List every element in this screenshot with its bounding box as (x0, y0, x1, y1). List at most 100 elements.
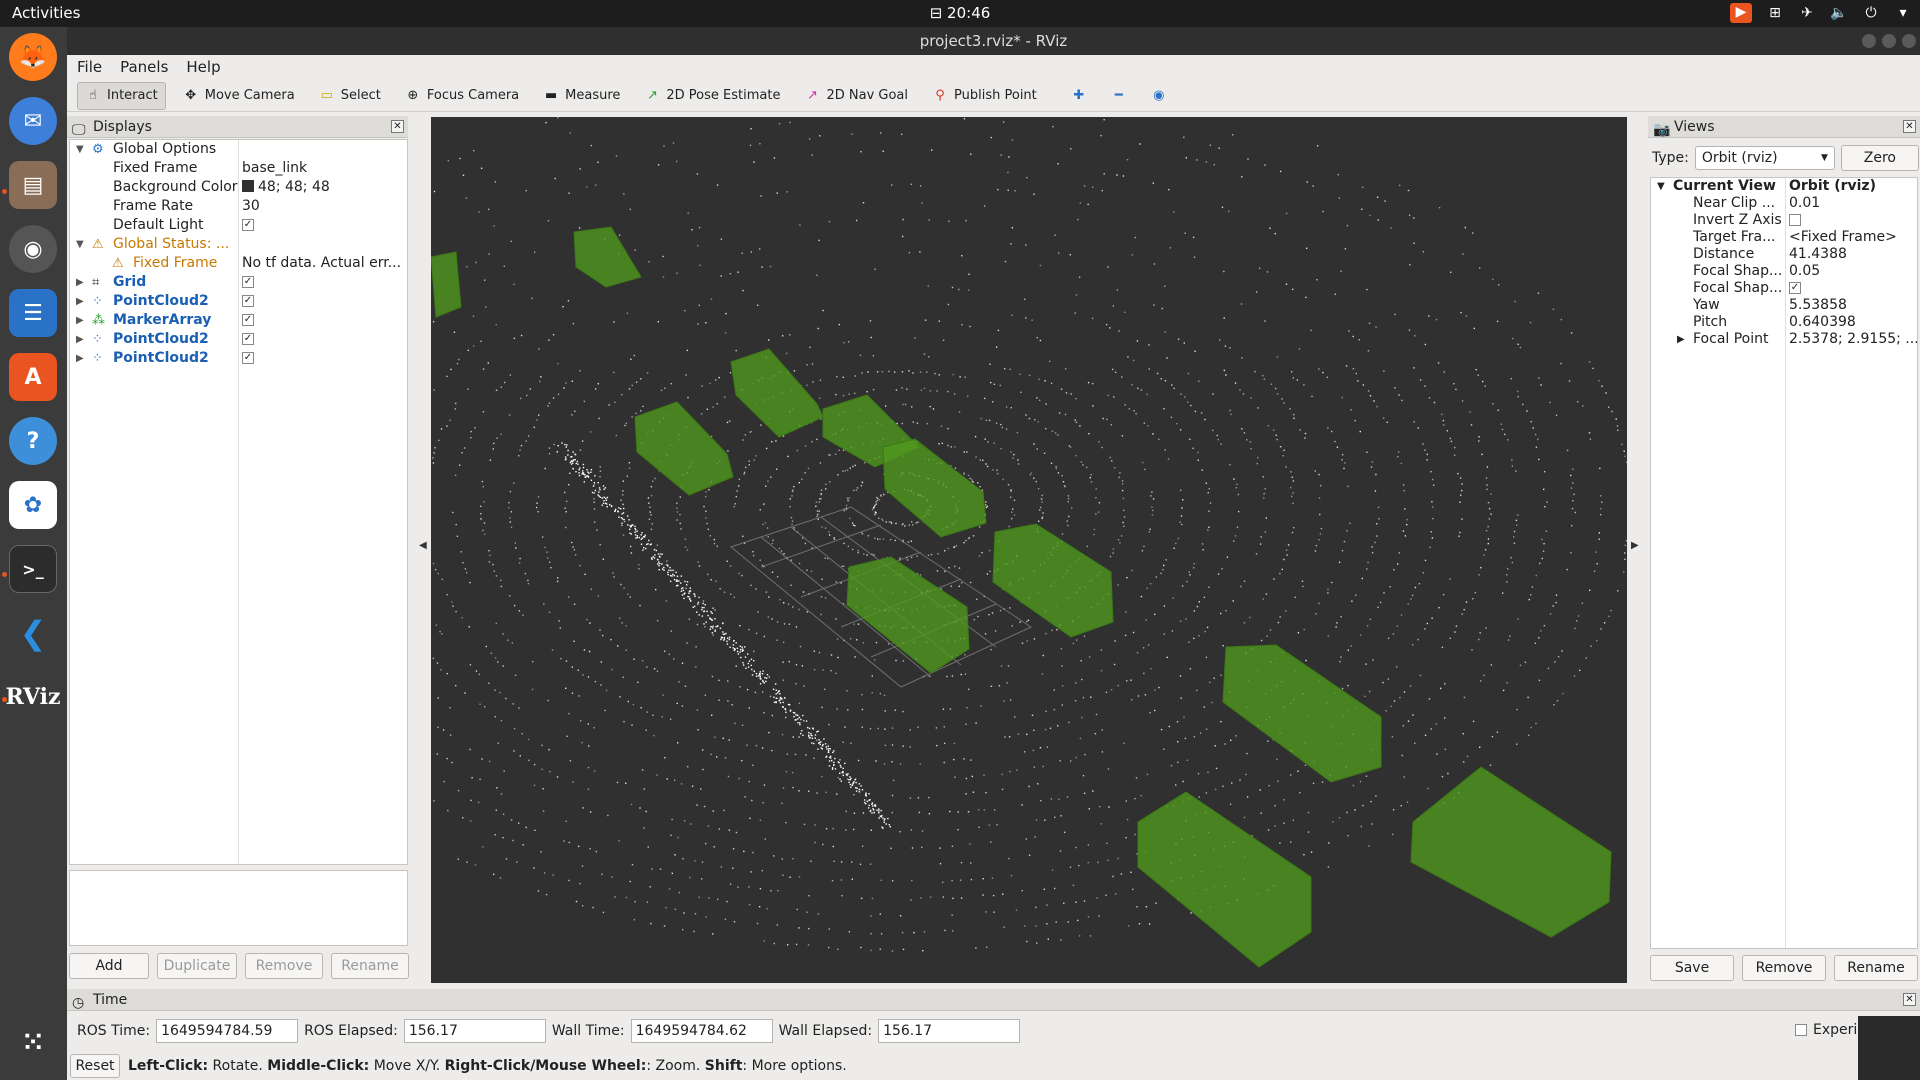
remove-button[interactable]: Remove (245, 953, 323, 979)
files-icon[interactable]: ▤ (9, 161, 57, 209)
minimize-button[interactable] (1862, 34, 1876, 48)
remove-view-button[interactable]: Remove (1742, 955, 1826, 981)
chevron-down-icon[interactable]: ▼ (1657, 178, 1665, 195)
chevron-right-icon[interactable]: ▶ (1677, 331, 1685, 348)
lidar-point (727, 700, 729, 702)
chevron-right-icon[interactable]: ▶ (76, 273, 84, 292)
duplicate-button[interactable]: Duplicate (157, 953, 237, 979)
wall-time-field[interactable]: 1649594784.62 (630, 1019, 773, 1043)
focus-camera-tool[interactable]: ⊕ Focus Camera (398, 82, 526, 110)
rviz-icon[interactable]: RViz (5, 673, 60, 721)
app-icon[interactable]: ✿ (9, 481, 57, 529)
tree-value[interactable]: ✓ (242, 311, 254, 330)
zero-button[interactable]: Zero (1840, 145, 1919, 171)
airplane-icon[interactable]: ✈ (1798, 4, 1816, 22)
close-icon[interactable]: ✕ (1903, 120, 1916, 133)
view-value[interactable]: 0.05 (1789, 263, 1820, 280)
checkbox[interactable]: ✓ (242, 333, 254, 345)
checkbox[interactable]: ✓ (1789, 282, 1801, 294)
terminal-icon[interactable]: >_ (9, 545, 57, 593)
volume-icon[interactable]: 🔈 (1830, 4, 1848, 22)
tree-value[interactable]: ✓ (242, 330, 254, 349)
checkbox[interactable] (1789, 214, 1801, 226)
view-value[interactable]: ✓ (1789, 280, 1801, 297)
views-tree[interactable]: ▼ Current View Orbit (rviz) Near Clip ... 0… (1650, 177, 1918, 949)
close-icon[interactable]: ✕ (1903, 993, 1916, 1006)
window-titlebar[interactable]: project3.rviz* - RViz (67, 27, 1920, 55)
column-divider[interactable] (1785, 178, 1786, 948)
tree-value[interactable]: ✓ (242, 273, 254, 292)
close-window-button[interactable] (1902, 34, 1916, 48)
menu-help[interactable]: Help (186, 58, 220, 76)
column-divider[interactable] (238, 140, 239, 864)
chevron-down-icon[interactable]: ▾ (1894, 4, 1912, 22)
tree-value[interactable]: 30 (242, 197, 260, 216)
software-icon[interactable]: A (9, 353, 57, 401)
pose-estimate-tool[interactable]: ↗ 2D Pose Estimate (637, 82, 787, 110)
save-button[interactable]: Save (1650, 955, 1734, 981)
tree-label: PointCloud2 (113, 331, 209, 347)
tree-value[interactable]: 48; 48; 48 (242, 178, 330, 197)
chevron-right-icon[interactable]: ▶ (76, 292, 84, 311)
rename-view-button[interactable]: Rename (1834, 955, 1918, 981)
tool-properties-button[interactable]: ◉ (1144, 82, 1174, 110)
thunderbird-icon[interactable]: ✉ (9, 97, 57, 145)
rename-button[interactable]: Rename (331, 953, 409, 979)
checkbox[interactable]: ✓ (242, 295, 254, 307)
publish-point-tool[interactable]: ⚲ Publish Point (925, 82, 1044, 110)
close-icon[interactable]: ✕ (391, 120, 404, 133)
nav-goal-tool[interactable]: ↗ 2D Nav Goal (797, 82, 915, 110)
help-icon[interactable]: ? (9, 417, 57, 465)
view-value[interactable]: 41.4388 (1789, 246, 1847, 263)
collapse-left-handle[interactable]: ◀ (419, 540, 427, 551)
displays-tree[interactable]: ▼ ⚙ Global Options Fixed Frame base_link Ba… (69, 139, 408, 865)
checkbox[interactable]: ✓ (242, 352, 254, 364)
checkbox[interactable]: ✓ (242, 314, 254, 326)
tree-value[interactable]: ✓ (242, 292, 254, 311)
chevron-right-icon[interactable]: ▶ (76, 311, 84, 330)
remove-tool-button[interactable]: ━ (1104, 82, 1134, 110)
app-indicator-icon[interactable]: ▶ (1730, 3, 1752, 23)
view-value[interactable]: <Fixed Frame> (1789, 229, 1897, 246)
select-tool[interactable]: ▭ Select (312, 82, 388, 110)
view-value[interactable]: 2.5378; 2.9155; ... (1789, 331, 1917, 348)
system-tray[interactable]: ▶ ⊞ ✈ 🔈 ⏻ ▾ (1730, 3, 1912, 23)
menu-panels[interactable]: Panels (120, 58, 168, 76)
view-type-select[interactable]: Orbit (rviz) ▼ (1694, 146, 1835, 170)
tree-value[interactable]: base_link (242, 159, 307, 178)
chevron-down-icon[interactable]: ▼ (76, 235, 84, 254)
view-value[interactable]: 5.53858 (1789, 297, 1847, 314)
maximize-button[interactable] (1882, 34, 1896, 48)
writer-icon[interactable]: ☰ (9, 289, 57, 337)
measure-tool[interactable]: ▬ Measure (536, 82, 627, 110)
add-tool-button[interactable]: ✚ (1064, 82, 1094, 110)
vscode-icon[interactable]: ❮ (9, 609, 57, 657)
chevron-down-icon[interactable]: ▼ (76, 140, 84, 159)
show-apps-icon[interactable]: ⁙ (9, 1019, 57, 1067)
tree-value[interactable]: ✓ (242, 216, 254, 235)
interact-tool[interactable]: ☝ Interact (77, 81, 166, 110)
power-icon[interactable]: ⏻ (1862, 4, 1880, 22)
move-camera-tool[interactable]: ✥ Move Camera (176, 82, 302, 110)
chevron-right-icon[interactable]: ▶ (76, 330, 84, 349)
chevron-right-icon[interactable]: ▶ (76, 349, 84, 368)
wall-elapsed-field[interactable]: 156.17 (878, 1019, 1021, 1043)
clock[interactable]: ⊟ 20:46 (0, 4, 1920, 22)
view-value[interactable]: 0.01 (1789, 195, 1820, 212)
ros-time-field[interactable]: 1649594784.59 (156, 1019, 299, 1043)
checkbox[interactable] (1795, 1024, 1807, 1036)
firefox-icon[interactable]: 🦊 (9, 33, 57, 81)
add-button[interactable]: Add (69, 953, 149, 979)
tree-value[interactable]: ✓ (242, 349, 254, 368)
collapse-right-handle[interactable]: ▶ (1631, 540, 1639, 551)
network-icon[interactable]: ⊞ (1766, 4, 1784, 22)
rhythmbox-icon[interactable]: ◉ (9, 225, 57, 273)
checkbox[interactable]: ✓ (242, 276, 254, 288)
view-value[interactable]: 0.640398 (1789, 314, 1856, 331)
menu-file[interactable]: File (77, 58, 102, 76)
3d-viewport[interactable] (431, 117, 1627, 983)
reset-button[interactable]: Reset (70, 1054, 120, 1078)
checkbox[interactable]: ✓ (242, 219, 254, 231)
ros-elapsed-field[interactable]: 156.17 (403, 1019, 546, 1043)
view-value[interactable] (1789, 212, 1801, 229)
